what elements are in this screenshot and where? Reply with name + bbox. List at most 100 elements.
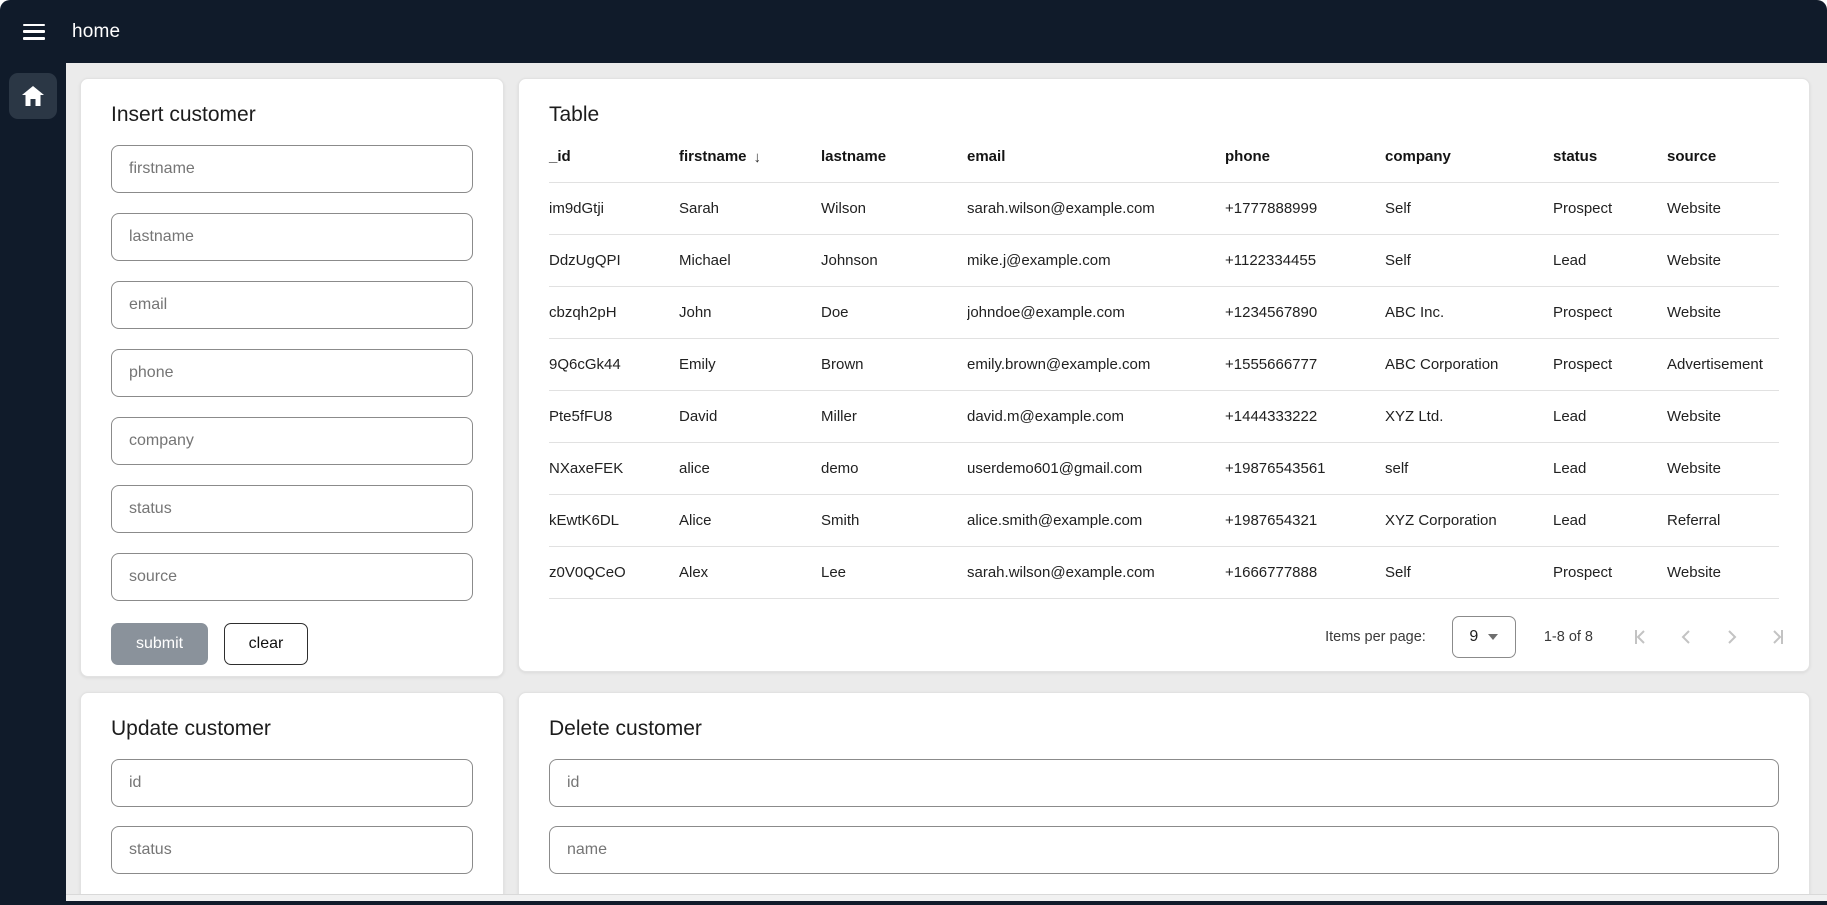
firstname-input[interactable] — [111, 145, 473, 193]
table-cell: david.m@example.com — [967, 391, 1225, 443]
table-cell: cbzqh2pH — [549, 287, 679, 339]
email-input[interactable] — [111, 281, 473, 329]
column-header-firstname[interactable]: firstname↓ — [679, 127, 821, 183]
column-header-source[interactable]: source — [1667, 127, 1779, 183]
home-icon — [21, 85, 45, 107]
table-cell: im9dGtji — [549, 183, 679, 235]
table-cell: Emily — [679, 339, 821, 391]
column-header-email[interactable]: email — [967, 127, 1225, 183]
table-cell: XYZ Corporation — [1385, 495, 1553, 547]
table-card-title: Table — [519, 103, 1809, 127]
table-row: Pte5fFU8DavidMillerdavid.m@example.com+1… — [549, 391, 1779, 443]
table-cell: Referral — [1667, 495, 1779, 547]
first-page-icon — [1629, 626, 1651, 648]
table-cell: Website — [1667, 287, 1779, 339]
status-input[interactable] — [111, 485, 473, 533]
hamburger-icon — [23, 24, 45, 40]
table-cell: Website — [1667, 547, 1779, 599]
hamburger-menu-button[interactable] — [14, 12, 54, 52]
top-navbar: home — [0, 0, 1827, 63]
insert-card-title: Insert customer — [111, 103, 473, 127]
table-cell: Lead — [1553, 443, 1667, 495]
table-cell: Website — [1667, 235, 1779, 287]
delete-id-input[interactable] — [549, 759, 1779, 807]
horizontal-scrollbar[interactable] — [66, 894, 1827, 901]
table-cell: ABC Inc. — [1385, 287, 1553, 339]
table-cell: Miller — [821, 391, 967, 443]
table-cell: Michael — [679, 235, 821, 287]
table-cell: alice — [679, 443, 821, 495]
table-cell: +1122334455 — [1225, 235, 1385, 287]
table-cell: Alex — [679, 547, 821, 599]
column-header-lastname[interactable]: lastname — [821, 127, 967, 183]
table-row: NXaxeFEKalicedemouserdemo601@gmail.com+1… — [549, 443, 1779, 495]
insert-buttons: submit clear — [111, 623, 473, 665]
table-cell: Self — [1385, 183, 1553, 235]
table-cell: userdemo601@gmail.com — [967, 443, 1225, 495]
table-cell: DdzUgQPI — [549, 235, 679, 287]
table-cell: Lead — [1553, 391, 1667, 443]
table-cell: sarah.wilson@example.com — [967, 547, 1225, 599]
main-content: Insert customer submit clear Table — [66, 63, 1827, 905]
table-cell: kEwtK6DL — [549, 495, 679, 547]
update-card-title: Update customer — [111, 717, 473, 741]
table-header-row: _id firstname↓ lastname email phone comp… — [549, 127, 1779, 183]
table-cell: +1444333222 — [1225, 391, 1385, 443]
table-row: z0V0QCeOAlexLeesarah.wilson@example.com+… — [549, 547, 1779, 599]
page-size-select[interactable]: 9 — [1452, 616, 1516, 658]
last-page-icon — [1767, 626, 1789, 648]
table-cell: Advertisement — [1667, 339, 1779, 391]
update-form — [111, 759, 473, 874]
table-cell: XYZ Ltd. — [1385, 391, 1553, 443]
items-per-page-label: Items per page: — [1325, 629, 1426, 645]
table-cell: Prospect — [1553, 547, 1667, 599]
page-title: home — [72, 21, 120, 43]
table-cell: self — [1385, 443, 1553, 495]
table-row: kEwtK6DLAliceSmithalice.smith@example.co… — [549, 495, 1779, 547]
chevron-down-icon — [1488, 634, 1498, 640]
table-cell: John — [679, 287, 821, 339]
table-cell: David — [679, 391, 821, 443]
table-row: 9Q6cGk44EmilyBrownemily.brown@example.co… — [549, 339, 1779, 391]
table-cell: emily.brown@example.com — [967, 339, 1225, 391]
update-customer-card: Update customer submit clear — [80, 692, 504, 905]
source-input[interactable] — [111, 553, 473, 601]
lastname-input[interactable] — [111, 213, 473, 261]
sidebar — [0, 63, 66, 905]
insert-submit-button[interactable]: submit — [111, 623, 208, 665]
sidebar-item-home[interactable] — [9, 73, 57, 119]
chevron-left-icon — [1675, 626, 1697, 648]
insert-form — [111, 145, 473, 601]
page-range-label: 1-8 of 8 — [1544, 629, 1593, 645]
previous-page-button[interactable] — [1673, 624, 1699, 650]
pager-buttons — [1627, 624, 1791, 650]
table-cell: 9Q6cGk44 — [549, 339, 679, 391]
last-page-button[interactable] — [1765, 624, 1791, 650]
sort-desc-arrow-icon: ↓ — [754, 149, 762, 166]
insert-clear-button[interactable]: clear — [224, 623, 308, 665]
column-header-company[interactable]: company — [1385, 127, 1553, 183]
table-cell: z0V0QCeO — [549, 547, 679, 599]
update-status-input[interactable] — [111, 826, 473, 874]
table-cell: +1666777888 — [1225, 547, 1385, 599]
insert-customer-card: Insert customer submit clear — [80, 78, 504, 677]
phone-input[interactable] — [111, 349, 473, 397]
delete-customer-card: Delete customer submit clear — [518, 692, 1810, 905]
column-header-id[interactable]: _id — [549, 127, 679, 183]
table-cell: Doe — [821, 287, 967, 339]
update-id-input[interactable] — [111, 759, 473, 807]
next-page-button[interactable] — [1719, 624, 1745, 650]
table-cell: NXaxeFEK — [549, 443, 679, 495]
table-cell: +1987654321 — [1225, 495, 1385, 547]
column-header-status[interactable]: status — [1553, 127, 1667, 183]
company-input[interactable] — [111, 417, 473, 465]
table-row: im9dGtjiSarahWilsonsarah.wilson@example.… — [549, 183, 1779, 235]
table-cell: Lead — [1553, 495, 1667, 547]
table-cell: Prospect — [1553, 183, 1667, 235]
column-header-phone[interactable]: phone — [1225, 127, 1385, 183]
table-cell: alice.smith@example.com — [967, 495, 1225, 547]
table-row: cbzqh2pHJohnDoejohndoe@example.com+12345… — [549, 287, 1779, 339]
first-page-button[interactable] — [1627, 624, 1653, 650]
table-cell: Website — [1667, 391, 1779, 443]
delete-name-input[interactable] — [549, 826, 1779, 874]
